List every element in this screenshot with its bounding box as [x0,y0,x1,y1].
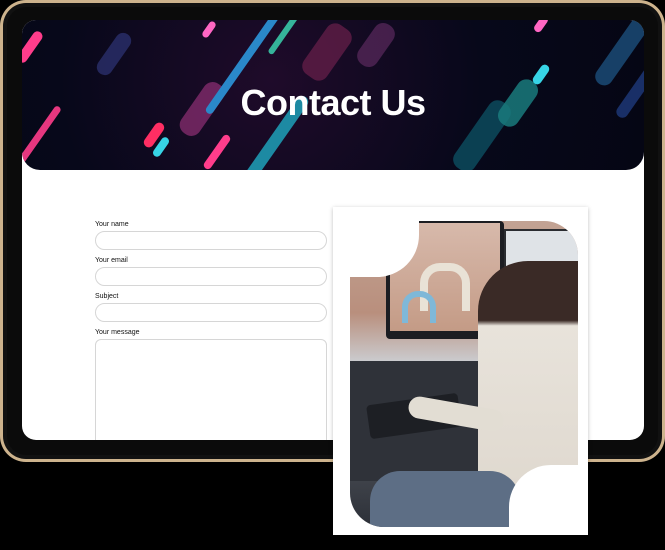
email-label: Your email [95,257,128,264]
streak-decoration [353,20,399,71]
streak-decoration [93,29,135,79]
photo-card [333,207,588,535]
streak-decoration [298,20,356,85]
name-label: Your name [95,221,129,228]
hero-banner: Contact Us [22,20,644,170]
subject-input[interactable] [95,303,327,322]
arch-object-blue [402,291,436,323]
streak-decoration [532,20,550,34]
streak-decoration [22,29,45,65]
email-input[interactable] [95,267,327,286]
page-title: Contact Us [240,82,426,123]
subject-label: Subject [95,293,119,300]
name-input[interactable] [95,231,327,250]
message-textarea[interactable] [95,339,327,440]
contact-form: Your name Your email Subject Your messag… [95,220,327,440]
streak-decoration [202,133,232,170]
jeans-shape [370,471,520,527]
message-label: Your message [95,329,140,336]
streak-decoration [591,20,644,89]
streak-decoration [200,20,218,39]
